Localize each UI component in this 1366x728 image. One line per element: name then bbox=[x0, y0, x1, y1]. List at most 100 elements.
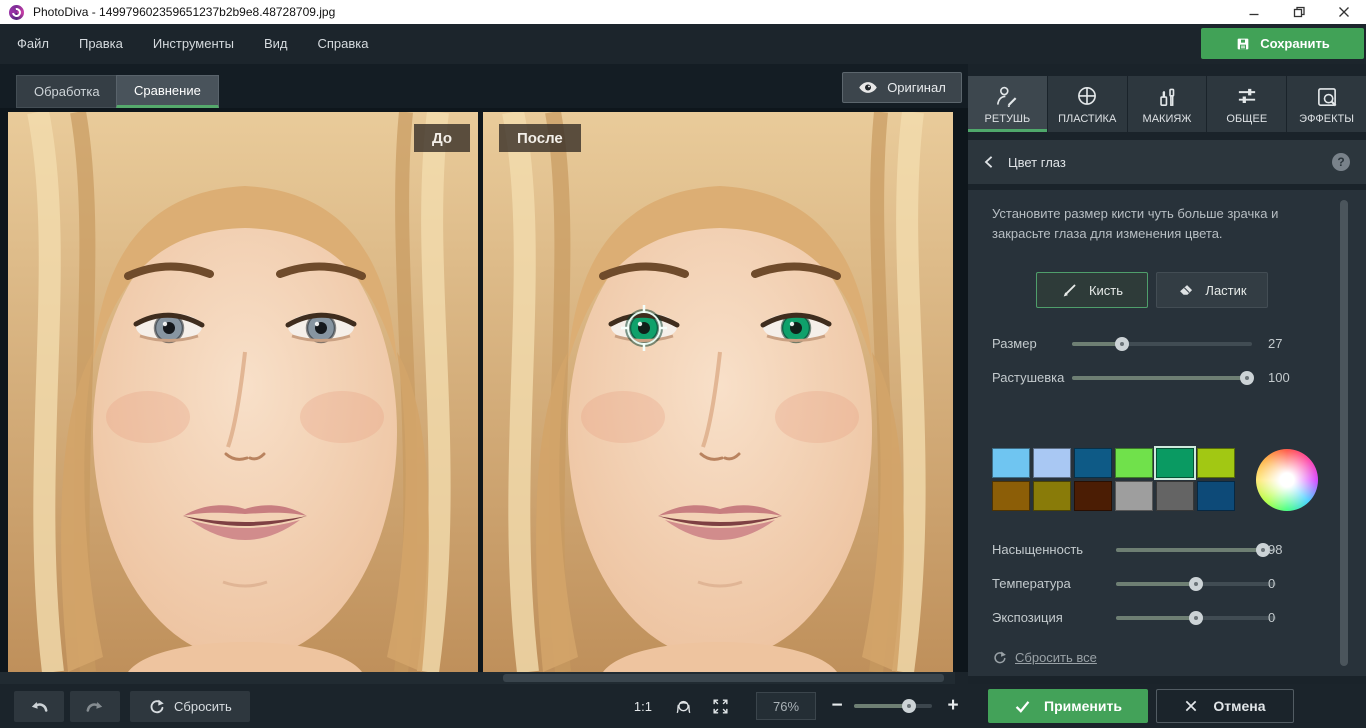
size-slider-label: Размер bbox=[992, 336, 1037, 351]
tab-processing[interactable]: Обработка bbox=[16, 75, 118, 108]
apply-button[interactable]: Применить bbox=[988, 689, 1148, 723]
color-swatch-selected[interactable] bbox=[1156, 448, 1194, 478]
zoom-slider[interactable] bbox=[854, 704, 932, 708]
eraser-button[interactable]: Ластик bbox=[1156, 272, 1268, 308]
brush-button[interactable]: Кисть bbox=[1036, 272, 1148, 308]
tab-effects-label: ЭФФЕКТЫ bbox=[1299, 113, 1354, 125]
exposure-slider-thumb[interactable] bbox=[1189, 611, 1203, 625]
tab-effects[interactable]: ЭФФЕКТЫ bbox=[1287, 76, 1366, 132]
tab-general-label: ОБЩЕЕ bbox=[1226, 113, 1267, 125]
cancel-button-label: Отмена bbox=[1213, 698, 1265, 714]
color-swatch[interactable] bbox=[1115, 481, 1153, 511]
panel-tabs: РЕТУШЬ ПЛАСТИКА bbox=[968, 76, 1366, 132]
before-label: До bbox=[414, 124, 470, 152]
reset-button[interactable]: Сбросить bbox=[130, 691, 250, 722]
actual-size-button[interactable]: 1:1 bbox=[634, 699, 652, 714]
menu-bar: Файл Правка Инструменты Вид Справка Сохр… bbox=[0, 24, 1366, 64]
brush-icon bbox=[1061, 282, 1078, 299]
temperature-slider-thumb[interactable] bbox=[1189, 577, 1203, 591]
menu-tools[interactable]: Инструменты bbox=[138, 24, 249, 64]
color-swatch[interactable] bbox=[1115, 448, 1153, 478]
adjust-icon bbox=[1234, 84, 1260, 110]
minimize-button[interactable] bbox=[1231, 0, 1276, 24]
photodiva-window: PhotoDiva - 149979602359651237b2b9e8.487… bbox=[0, 0, 1366, 728]
eraser-icon bbox=[1177, 282, 1194, 299]
window-title: PhotoDiva - 149979602359651237b2b9e8.487… bbox=[33, 5, 335, 19]
tool-panel-title: Цвет глаз bbox=[1008, 155, 1066, 170]
color-swatch[interactable] bbox=[1156, 481, 1194, 511]
brush-tool-row: Кисть Ластик bbox=[1036, 272, 1268, 308]
original-button-label: Оригинал bbox=[887, 80, 946, 95]
cancel-button[interactable]: Отмена bbox=[1156, 689, 1294, 723]
floppy-icon bbox=[1235, 36, 1251, 52]
before-image[interactable]: До bbox=[8, 112, 478, 672]
tool-panel-body: Установите размер кисти чуть больше зрач… bbox=[968, 190, 1366, 676]
help-button[interactable]: ? bbox=[1332, 153, 1350, 171]
zoom-controls: 1:1 76% − bbox=[634, 692, 960, 720]
size-slider-thumb[interactable] bbox=[1115, 337, 1129, 351]
retouch-icon bbox=[994, 84, 1020, 110]
redo-button[interactable] bbox=[70, 691, 120, 722]
panel-scrollbar-thumb[interactable] bbox=[1340, 200, 1348, 666]
menu-view[interactable]: Вид bbox=[249, 24, 303, 64]
exposure-slider[interactable] bbox=[1116, 616, 1276, 620]
color-swatch[interactable] bbox=[1033, 481, 1071, 511]
color-swatch[interactable] bbox=[992, 448, 1030, 478]
reset-all-link[interactable]: Сбросить все bbox=[992, 650, 1097, 665]
color-swatch[interactable] bbox=[1197, 448, 1235, 478]
menu-help[interactable]: Справка bbox=[302, 24, 383, 64]
color-swatch[interactable] bbox=[1074, 481, 1112, 511]
color-swatch[interactable] bbox=[1074, 448, 1112, 478]
fit-face-icon[interactable] bbox=[674, 697, 693, 716]
exposure-slider-label: Экспозиция bbox=[992, 610, 1063, 625]
tab-comparison[interactable]: Сравнение bbox=[116, 75, 219, 108]
brush-cursor-crosshair-icon bbox=[621, 305, 667, 351]
fit-screen-icon[interactable] bbox=[711, 697, 730, 716]
saturation-slider-value: 98 bbox=[1268, 542, 1282, 557]
zoom-in-button[interactable]: + bbox=[946, 695, 960, 717]
back-button[interactable] bbox=[982, 154, 998, 170]
size-slider-row: Размер 27 bbox=[992, 334, 1306, 354]
zoom-slider-thumb[interactable] bbox=[902, 699, 916, 713]
undo-button[interactable] bbox=[14, 691, 64, 722]
horizontal-scrollbar-end-button[interactable] bbox=[955, 672, 968, 684]
eye-icon bbox=[858, 80, 878, 95]
horizontal-scrollbar[interactable] bbox=[0, 672, 968, 684]
exposure-slider-row: Экспозиция 0 bbox=[992, 608, 1306, 628]
size-slider[interactable] bbox=[1072, 342, 1252, 346]
tool-description: Установите размер кисти чуть больше зрач… bbox=[992, 204, 1326, 244]
after-image[interactable]: После bbox=[483, 112, 953, 672]
close-button[interactable] bbox=[1321, 0, 1366, 24]
menu-edit[interactable]: Правка bbox=[64, 24, 138, 64]
color-swatch[interactable] bbox=[1197, 481, 1235, 511]
tab-general[interactable]: ОБЩЕЕ bbox=[1207, 76, 1286, 132]
save-button[interactable]: Сохранить bbox=[1201, 28, 1364, 59]
zoom-out-button[interactable]: − bbox=[830, 695, 844, 717]
eraser-button-label: Ластик bbox=[1205, 283, 1246, 298]
color-swatch[interactable] bbox=[1033, 448, 1071, 478]
save-button-label: Сохранить bbox=[1260, 36, 1330, 51]
reset-button-label: Сбросить bbox=[174, 699, 232, 714]
bottom-toolbar: Сбросить 1:1 76% − bbox=[0, 684, 968, 728]
color-wheel[interactable] bbox=[1256, 449, 1318, 511]
window-controls bbox=[1231, 0, 1366, 24]
temperature-slider-row: Температура 0 bbox=[992, 574, 1306, 594]
feather-slider-thumb[interactable] bbox=[1240, 371, 1254, 385]
tab-makeup[interactable]: МАКИЯЖ bbox=[1128, 76, 1207, 132]
title-bar: PhotoDiva - 149979602359651237b2b9e8.487… bbox=[0, 0, 1366, 24]
size-slider-value: 27 bbox=[1268, 336, 1282, 351]
horizontal-scrollbar-thumb[interactable] bbox=[503, 674, 943, 682]
color-swatch[interactable] bbox=[992, 481, 1030, 511]
restore-button[interactable] bbox=[1276, 0, 1321, 24]
original-button[interactable]: Оригинал bbox=[842, 72, 962, 103]
panel-actions: Применить Отмена bbox=[968, 684, 1366, 728]
tab-sculpt[interactable]: ПЛАСТИКА bbox=[1048, 76, 1127, 132]
photodiva-logo-icon bbox=[9, 5, 24, 20]
saturation-slider[interactable] bbox=[1116, 548, 1276, 552]
feather-slider[interactable] bbox=[1072, 376, 1252, 380]
tool-panel-header: Цвет глаз ? bbox=[968, 140, 1366, 184]
zoom-level-field[interactable]: 76% bbox=[756, 692, 816, 720]
tab-retouch[interactable]: РЕТУШЬ bbox=[968, 76, 1047, 132]
menu-file[interactable]: Файл bbox=[2, 24, 64, 64]
temperature-slider[interactable] bbox=[1116, 582, 1276, 586]
